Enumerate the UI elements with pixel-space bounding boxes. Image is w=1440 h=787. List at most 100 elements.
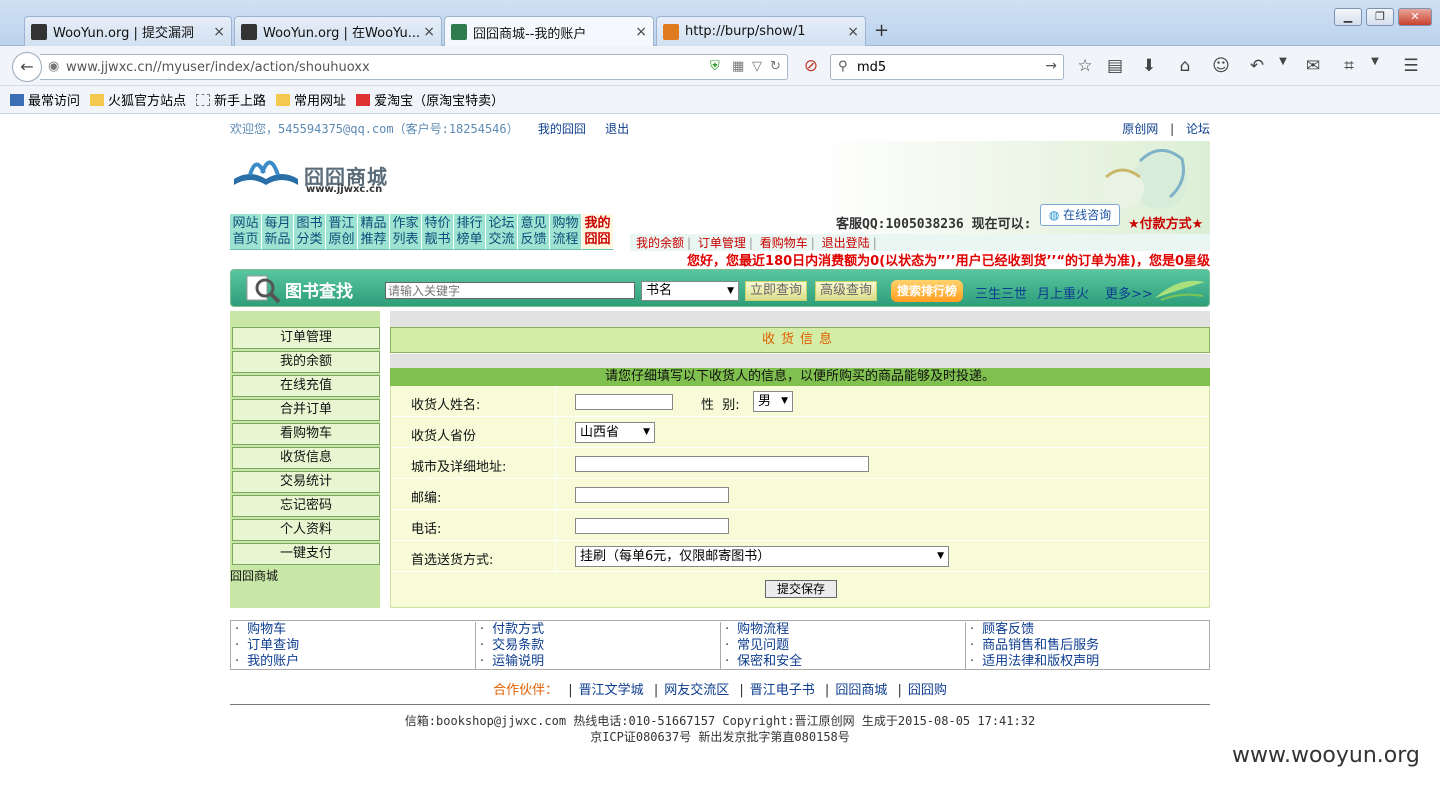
sidebar-item-balance[interactable]: 我的余额	[232, 351, 380, 373]
bookmark-getting-started[interactable]: 新手上路	[196, 90, 266, 109]
tab-close-icon[interactable]: ×	[423, 24, 435, 40]
tab-close-icon[interactable]: ×	[847, 24, 859, 40]
my-account-link[interactable]: 我的囧囧	[538, 122, 586, 136]
partner-bbs[interactable]: 网友交流区	[664, 683, 729, 698]
nav-authors[interactable]: 作家 列表	[390, 214, 422, 250]
nav-rankings[interactable]: 排行 榜单	[454, 214, 486, 250]
address-bar[interactable]: ◉ www.jjwxc.cn//myuser/index/action/shou…	[40, 54, 788, 80]
province-select[interactable]: 山西省 ▼	[575, 422, 655, 443]
sidebar-item-statistics[interactable]: 交易统计	[232, 471, 380, 493]
online-consult-button[interactable]: ◍ 在线咨询	[1040, 204, 1120, 226]
search-type-select[interactable]: 书名 ▼	[641, 281, 739, 301]
search-now-button[interactable]: 立即查询	[745, 281, 807, 301]
hot-link-yueshang[interactable]: 月上重火	[1037, 283, 1089, 302]
nav-recommend[interactable]: 精品 推荐	[358, 214, 390, 250]
sidebar-item-cart[interactable]: 看购物车	[232, 423, 380, 445]
back-button[interactable]: ←	[12, 52, 42, 82]
nav-home[interactable]: 网站 首页	[230, 214, 262, 250]
bookmark-aitaobao[interactable]: 爱淘宝（原淘宝特卖）	[356, 90, 504, 109]
dropdown-icon[interactable]: ▽	[752, 59, 762, 74]
search-go-icon[interactable]: →	[1045, 58, 1057, 74]
nav-book-categories[interactable]: 图书 分类	[294, 214, 326, 250]
sidebar-item-shipping-info[interactable]: 收货信息	[232, 447, 380, 469]
download-icon[interactable]: ⬇	[1138, 56, 1160, 76]
nav-my-jiong[interactable]: 我的 囧囧	[582, 214, 614, 250]
tab-burp[interactable]: http://burp/show/1 ×	[656, 16, 866, 46]
close-window-button[interactable]: ✕	[1398, 8, 1432, 26]
shipping-method-select[interactable]: 挂刷（每单6元，仅限邮寄图书） ▼	[575, 546, 949, 567]
submit-save-button[interactable]: 提交保存	[765, 580, 837, 598]
crop-icon[interactable]: ⌗	[1338, 56, 1360, 76]
tab-close-icon[interactable]: ×	[213, 24, 225, 40]
reading-list-icon[interactable]: ▤	[1104, 56, 1126, 76]
footer-link-privacy[interactable]: · 保密和安全	[725, 654, 965, 670]
sidebar-item-profile[interactable]: 个人资料	[232, 519, 380, 541]
zip-input[interactable]	[575, 487, 729, 503]
footer-link-after-sales[interactable]: · 商品销售和售后服务	[970, 638, 1211, 654]
chat-icon[interactable]: ✉	[1302, 56, 1324, 76]
search-box[interactable]: ⚲ md5 →	[830, 54, 1064, 80]
new-tab-button[interactable]: +	[874, 20, 889, 41]
forum-link[interactable]: 论坛	[1186, 122, 1210, 136]
partner-ebook[interactable]: 晋江电子书	[750, 683, 815, 698]
tab-wooyun-submit[interactable]: WooYun.org | 提交漏洞 ×	[24, 16, 232, 46]
maximize-button[interactable]: ❐	[1366, 8, 1394, 26]
hot-link-sansheng[interactable]: 三生三世	[975, 283, 1027, 302]
chevron-down-icon[interactable]: ▼	[1364, 56, 1386, 67]
nav-feedback[interactable]: 意见 反馈	[518, 214, 550, 250]
tab-close-icon[interactable]: ×	[635, 24, 647, 40]
gender-select[interactable]: 男 ▼	[753, 391, 793, 412]
footer-link-my-account[interactable]: · 我的账户	[235, 654, 475, 670]
home-icon[interactable]: ⌂	[1174, 56, 1196, 76]
footer-link-order-query[interactable]: · 订单查询	[235, 638, 475, 654]
site-logo[interactable]: 囧囧商城 www.jjwxc.cn	[230, 149, 390, 195]
nav-new-monthly[interactable]: 每月 新品	[262, 214, 294, 250]
sidebar-item-one-click-pay[interactable]: 一键支付	[232, 543, 380, 565]
address-input[interactable]	[575, 456, 869, 472]
nav-forum[interactable]: 论坛 交流	[486, 214, 518, 250]
search-ranking-button[interactable]: 搜索排行榜	[891, 280, 963, 302]
recipient-name-input[interactable]	[575, 394, 673, 410]
keyword-input[interactable]	[385, 282, 635, 299]
undo-icon[interactable]: ↶	[1246, 56, 1268, 76]
adblock-icon[interactable]: ⊘	[800, 56, 822, 76]
footer-link-cart[interactable]: · 购物车	[235, 622, 475, 638]
nav-shopping-flow[interactable]: 购物 流程	[550, 214, 582, 250]
sublink-cart[interactable]: 看购物车	[760, 236, 808, 250]
minimize-button[interactable]: ▁	[1334, 8, 1362, 26]
footer-link-shopping-flow[interactable]: · 购物流程	[725, 622, 965, 638]
sublink-balance[interactable]: 我的余额	[636, 236, 684, 250]
bookmark-most-visited[interactable]: 最常访问	[10, 90, 80, 109]
footer-link-faq[interactable]: · 常见问题	[725, 638, 965, 654]
footer-link-shipping[interactable]: · 运输说明	[480, 654, 720, 670]
menu-icon[interactable]: ☰	[1400, 56, 1422, 76]
tab-jjwxc-account[interactable]: 囧囧商城--我的账户 ×	[444, 16, 654, 47]
nav-jinjiang-original[interactable]: 晋江 原创	[326, 214, 358, 250]
footer-link-terms[interactable]: · 交易条款	[480, 638, 720, 654]
footer-link-legal[interactable]: · 适用法律和版权声明	[970, 654, 1211, 670]
nav-specials[interactable]: 特价 靓书	[422, 214, 454, 250]
phone-input[interactable]	[575, 518, 729, 534]
partner-jjwxc[interactable]: 晋江文学城	[579, 683, 644, 698]
bookmark-firefox-site[interactable]: 火狐官方站点	[90, 90, 186, 109]
more-link[interactable]: 更多>>	[1105, 283, 1153, 302]
yuanchuang-link[interactable]: 原创网	[1122, 122, 1158, 136]
reload-icon[interactable]: ↻	[770, 59, 781, 74]
chevron-down-icon[interactable]: ▼	[1272, 56, 1294, 67]
tab-wooyun[interactable]: WooYun.org | 在WooYu... ×	[234, 16, 442, 46]
bookmark-common-sites[interactable]: 常用网址	[276, 90, 346, 109]
bookmark-star-icon[interactable]: ☆	[1074, 56, 1096, 76]
logout-link[interactable]: 退出	[605, 122, 629, 136]
sidebar-item-orders[interactable]: 订单管理	[232, 327, 380, 349]
qr-code-icon[interactable]: ▦	[732, 59, 744, 74]
shield-icon[interactable]: ⛨	[710, 59, 720, 74]
sidebar-item-forgot-password[interactable]: 忘记密码	[232, 495, 380, 517]
sublink-orders[interactable]: 订单管理	[698, 236, 746, 250]
footer-link-feedback[interactable]: · 顾客反馈	[970, 622, 1211, 638]
sidebar-item-recharge[interactable]: 在线充值	[232, 375, 380, 397]
partner-shop[interactable]: 囧囧商城	[835, 683, 887, 698]
payment-methods-link[interactable]: ★付款方式★	[1128, 213, 1203, 232]
footer-link-payment[interactable]: · 付款方式	[480, 622, 720, 638]
sidebar-item-merge-orders[interactable]: 合并订单	[232, 399, 380, 421]
advanced-search-button[interactable]: 高级查询	[815, 281, 877, 301]
